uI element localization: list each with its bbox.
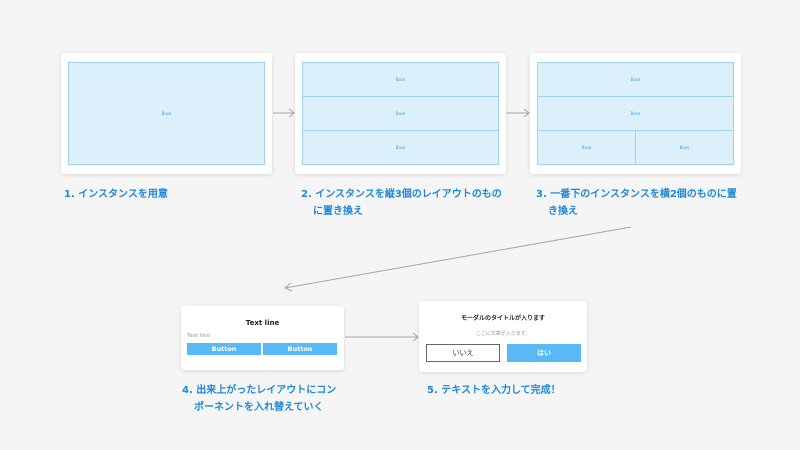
step-2-caption: 2. インスタンスを縦3個のレイアウトのもの に置き換え (301, 186, 502, 220)
caption-line: ポーネントを入れ替えていく (194, 402, 324, 413)
caption-line: 1. インスタンスを用意 (64, 189, 168, 200)
step-3-caption: 3. 一番下のインスタンスを横2個のものに置 き換え (536, 186, 737, 220)
instance-row-1: Base (302, 62, 499, 97)
modal-body: ここに文章が入ります。 (475, 331, 531, 337)
instance-row-2: Base (537, 96, 734, 131)
caption-line: 3. 一番下のインスタンスを横2個のものに置 (536, 189, 737, 200)
step-1-caption: 1. インスタンスを用意 (64, 186, 168, 203)
instance-cell-left: Base (537, 130, 636, 165)
instance-cell-right: Base (635, 130, 734, 165)
step-5-card: モーダルのタイトルが入ります ここに文章が入ります。 いいえ はい (419, 301, 587, 372)
step-3-card: Base Base Base Base (530, 53, 741, 174)
component-button-2[interactable]: Button (263, 343, 337, 355)
instance-base: Base (68, 62, 265, 165)
yes-button[interactable]: はい (507, 344, 581, 362)
step-5-caption: 5. テキストを入力して完成！ (427, 382, 561, 399)
step-4-card: Text line Text line Button Button (181, 306, 344, 370)
arrow-2-to-3 (507, 108, 530, 118)
arrow-3-to-4 (284, 226, 632, 292)
instance-row-2: Base (302, 96, 499, 131)
step-1-card: Base (61, 53, 272, 174)
text-line-title: Text line (245, 319, 280, 327)
step-2-card: Base Base Base (295, 53, 506, 174)
arrow-4-to-5 (345, 332, 419, 342)
caption-line: 5. テキストを入力して完成！ (427, 385, 561, 396)
component-button-1[interactable]: Button (187, 343, 261, 355)
no-button[interactable]: いいえ (426, 344, 500, 362)
instance-row-3: Base (302, 130, 499, 165)
caption-line: に置き換え (313, 206, 363, 217)
arrow-1-to-2 (273, 108, 295, 118)
caption-line: き換え (548, 206, 578, 217)
text-line-subtitle: Text line (187, 333, 210, 339)
step-4-caption: 4. 出来上がったレイアウトにコン ポーネントを入れ替えていく (182, 382, 336, 416)
instance-row-1: Base (537, 62, 734, 97)
caption-line: 2. インスタンスを縦3個のレイアウトのもの (301, 189, 502, 200)
modal-title: モーダルのタイトルが入ります (460, 315, 545, 322)
caption-line: 4. 出来上がったレイアウトにコン (182, 385, 337, 396)
